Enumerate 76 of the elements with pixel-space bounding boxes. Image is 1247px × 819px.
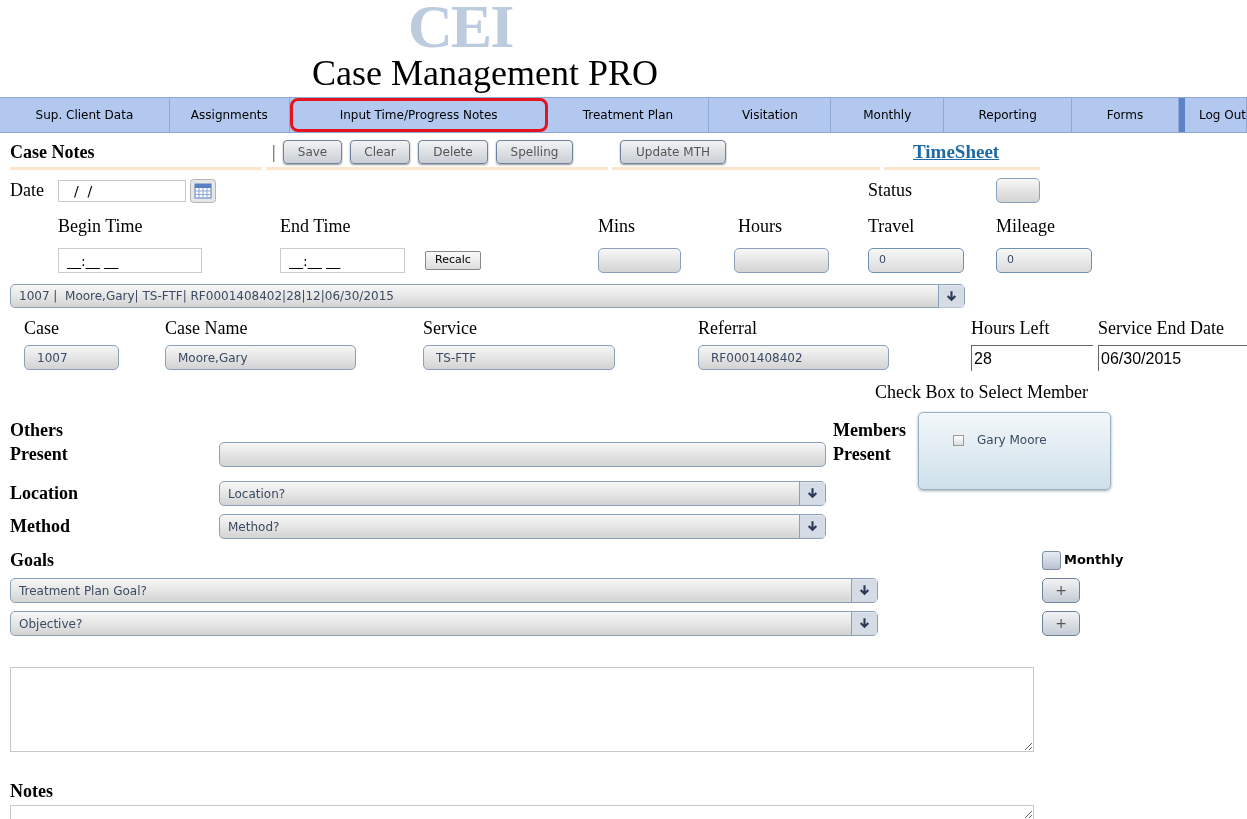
member-checkbox[interactable] <box>953 434 964 446</box>
case-dropdown[interactable]: 1007 | Moore,Gary| TS-FTF| RF0001408402|28|12|06/30/2015 <box>10 284 965 308</box>
field-label: Service End Date <box>1098 317 1225 339</box>
nav-tab[interactable]: Reporting <box>944 98 1073 132</box>
nav-tab[interactable]: Input Time/Progress Notes <box>289 98 548 132</box>
begin-time-field[interactable]: __:__ __ <box>58 248 202 273</box>
begin-time-label: Begin Time <box>58 215 144 237</box>
method-dropdown[interactable]: Method? <box>219 514 826 539</box>
status-field[interactable] <box>996 178 1040 203</box>
field-label: Case Name <box>165 317 249 339</box>
hours-field[interactable] <box>734 248 829 273</box>
member-name: Gary Moore <box>977 432 1047 449</box>
dropdown-arrow-icon[interactable] <box>851 612 877 635</box>
field-label: Hours Left <box>971 317 1051 339</box>
goal-dropdown[interactable]: Treatment Plan Goal? <box>10 578 878 603</box>
recalc-button[interactable]: Recalc <box>425 251 481 270</box>
mileage-label: Mileage <box>996 215 1056 237</box>
others-present-field[interactable] <box>219 442 826 467</box>
case-field[interactable]: 28 <box>971 345 1093 371</box>
dropdown-arrow-icon[interactable] <box>851 579 877 602</box>
nav-separator-bar <box>1179 98 1185 132</box>
nav-tab[interactable]: Monthly <box>831 98 945 132</box>
toolbar-button[interactable]: Save <box>283 140 342 164</box>
method-label: Method <box>10 515 71 538</box>
end-time-label: End Time <box>280 215 352 237</box>
nav-tab[interactable]: Sup. Client Data <box>0 98 170 132</box>
travel-label: Travel <box>868 215 916 237</box>
toolbar-button[interactable]: Spelling <box>496 140 573 164</box>
dropdown-arrow-icon[interactable] <box>799 515 825 538</box>
end-time-field[interactable]: __:__ __ <box>280 248 405 273</box>
case-field[interactable]: TS-FTF <box>423 345 615 370</box>
date-field[interactable]: / / <box>58 179 186 202</box>
section-title: Case Notes <box>10 140 96 164</box>
field-label: Case <box>24 317 60 339</box>
nav-tab[interactable]: Assignments <box>169 98 290 132</box>
app-title: Case Management PRO <box>312 53 658 93</box>
mins-field[interactable] <box>598 248 681 273</box>
hours-label: Hours <box>738 215 783 237</box>
goal-text-area[interactable] <box>10 667 1034 752</box>
member-hint-text: Check Box to Select Member <box>875 382 1088 402</box>
notes-text-area[interactable] <box>10 805 1034 819</box>
case-field[interactable]: Moore,Gary <box>165 345 356 370</box>
nav-tab[interactable]: Visitation <box>709 98 832 132</box>
logo-watermark: CEI <box>408 0 513 52</box>
field-label: Service <box>423 317 478 339</box>
calendar-icon[interactable] <box>190 178 216 203</box>
monthly-checkbox[interactable] <box>1042 550 1061 570</box>
date-label: Date <box>10 179 45 202</box>
monthly-label: Monthly <box>1064 551 1124 570</box>
travel-field[interactable]: 0 <box>868 248 964 273</box>
notes-label: Notes <box>10 780 54 802</box>
status-label: Status <box>868 179 913 202</box>
toolbar-button[interactable]: Clear <box>350 140 410 164</box>
location-label: Location <box>10 482 79 505</box>
dropdown-arrow-icon[interactable] <box>799 482 825 505</box>
nav-tab[interactable]: Log Out <box>1185 98 1247 132</box>
nav-tab[interactable]: Treatment Plan <box>547 98 710 132</box>
goals-label: Goals <box>10 548 55 572</box>
toolbar-button[interactable]: Delete <box>418 140 488 164</box>
objective-dropdown[interactable]: Objective? <box>10 611 878 636</box>
dropdown-arrow-icon[interactable] <box>938 284 964 308</box>
field-label: Referral <box>698 317 758 339</box>
timesheet-link[interactable]: TimeSheet <box>913 137 1000 167</box>
mileage-field[interactable]: 0 <box>996 248 1092 273</box>
add-goal-button[interactable]: + <box>1042 578 1080 603</box>
location-dropdown[interactable]: Location? <box>219 481 826 506</box>
nav-tab[interactable]: Forms <box>1072 98 1179 132</box>
case-field[interactable]: 1007 <box>24 345 119 370</box>
others-present-label: Others Present <box>10 419 69 466</box>
mins-label: Mins <box>598 215 636 237</box>
case-field[interactable]: RF0001408402 <box>698 345 889 370</box>
add-objective-button[interactable]: + <box>1042 611 1080 636</box>
members-present-label: Members Present <box>833 419 907 466</box>
update-mth-button[interactable]: Update MTH <box>620 140 726 164</box>
case-field[interactable]: 06/30/2015 <box>1098 345 1247 371</box>
separator-text: | <box>272 140 277 164</box>
